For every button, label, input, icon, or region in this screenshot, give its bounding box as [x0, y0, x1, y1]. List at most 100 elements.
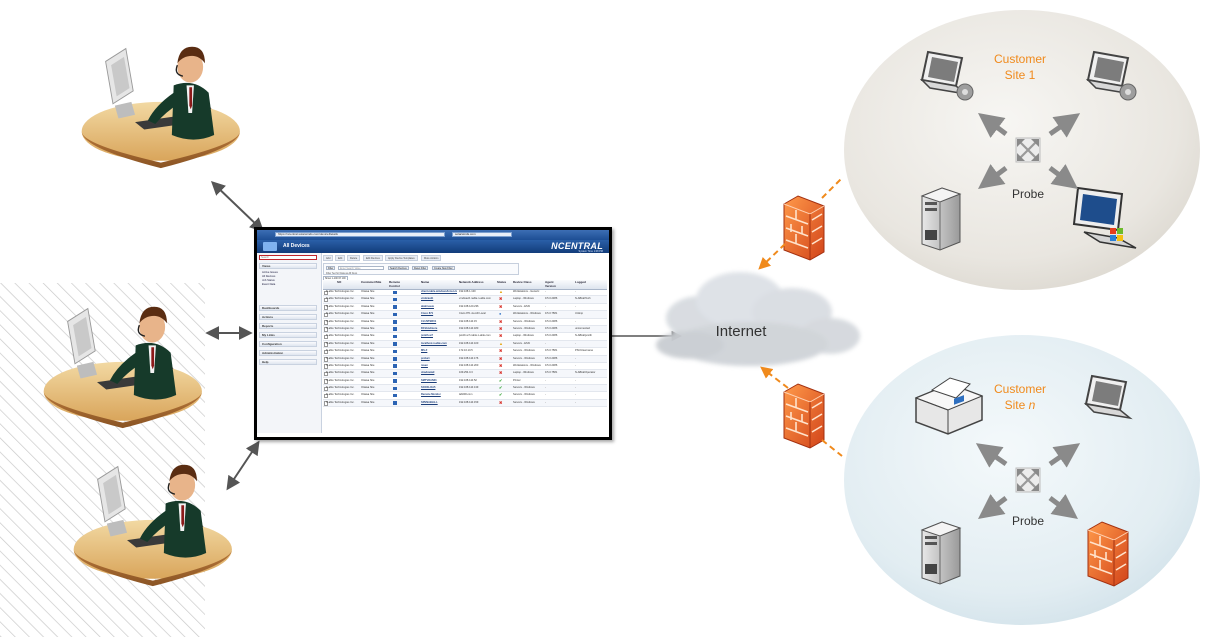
- column-header-network-address[interactable]: Network Address: [459, 280, 484, 285]
- cell-name[interactable]: MS-F: [421, 348, 457, 354]
- remote-control-icon[interactable]: [393, 386, 397, 391]
- column-header-status[interactable]: Status: [497, 280, 506, 285]
- table-row[interactable]: N-able Technologies Inc. Ottawa Site abahr…: [323, 304, 607, 312]
- cell-name[interactable]: Remote Monitor: [421, 392, 457, 398]
- cell-name[interactable]: SOCKLOA5: [421, 385, 457, 391]
- table-row[interactable]: N-able Technologies Inc. Ottawa Site CLUST…: [323, 319, 607, 326]
- remote-control-icon[interactable]: [393, 364, 397, 368]
- search-devices-button[interactable]: Search Devices: [388, 266, 409, 270]
- remote-control-icon[interactable]: [393, 290, 397, 294]
- cell-so: N-able Technologies Inc.: [326, 312, 355, 316]
- cell-name[interactable]: jsmith-w7: [421, 333, 457, 339]
- table-row[interactable]: N-able Technologies Inc. Ottawa Site local…: [323, 340, 607, 349]
- sidebar-search-input[interactable]: Search: [259, 255, 317, 260]
- site-1-probe-label: Probe: [1012, 187, 1044, 201]
- tab-delete[interactable]: Delete: [347, 255, 361, 261]
- remote-control-icon[interactable]: [393, 379, 397, 383]
- sidebar-section-dashboards[interactable]: Dashboards: [259, 305, 317, 311]
- reset-filter-button[interactable]: Reset Filter: [412, 266, 429, 270]
- table-row[interactable]: N-able Technologies Inc. Ottawa Site shado…: [323, 370, 607, 378]
- column-header-remote-control[interactable]: Remote Control: [389, 280, 405, 288]
- cell-name[interactable]: client.nable.windows8.msn.local: [421, 289, 457, 295]
- column-header-customer-site[interactable]: Customer/Site: [361, 280, 381, 285]
- cell-name[interactable]: DCVendmore: [421, 326, 457, 332]
- remote-control-icon[interactable]: [393, 297, 397, 302]
- remote-control-icon[interactable]: [393, 393, 397, 398]
- tab-more-actions[interactable]: More Actions: [421, 255, 442, 261]
- remote-control-icon[interactable]: [393, 305, 397, 309]
- remote-control-icon[interactable]: [393, 334, 397, 339]
- status-down-icon: ✖: [499, 296, 503, 302]
- cell-name[interactable]: probe1: [421, 356, 457, 362]
- cell-network-address: 192.168.120.236: [459, 304, 479, 308]
- cell-name[interactable]: CLUSTER01: [421, 319, 457, 325]
- sidebar-item-event-data[interactable]: Event Data: [262, 283, 275, 286]
- remote-control-icon[interactable]: [393, 327, 397, 331]
- sidebar-section-configuration[interactable]: Configuration: [259, 341, 317, 347]
- sidebar-item-active-issues[interactable]: Active Issues: [262, 271, 278, 274]
- table-row[interactable]: N-able Technologies Inc. Ottawa Site SMTVD…: [323, 378, 607, 386]
- remote-control-icon[interactable]: [393, 401, 397, 405]
- table-row[interactable]: N-able Technologies Inc. Ottawa Site probe…: [323, 355, 607, 363]
- tab-edit-devices[interactable]: Edit Devices: [363, 255, 383, 261]
- cell-device-class: Laptop - Windows: [513, 334, 534, 338]
- create-new-filter-button[interactable]: Create New Filter: [432, 266, 455, 270]
- browser-address-bar[interactable]: https://ncentral.solarwinds.com/deviceDe…: [275, 232, 445, 237]
- table-row[interactable]: N-able Technologies Inc. Ottawa Site vmdca…: [323, 296, 607, 304]
- cell-logged: Unlimp: [575, 312, 584, 316]
- remote-control-icon[interactable]: [393, 371, 397, 376]
- tab-add[interactable]: Add: [323, 255, 334, 261]
- column-header-name[interactable]: Name: [421, 280, 429, 285]
- sidebar-header-views[interactable]: Views: [259, 263, 317, 269]
- sidebar-item-job-status[interactable]: Job Status: [262, 279, 275, 282]
- filter-search-input[interactable]: Enter Search Value: [338, 266, 384, 270]
- cell-so: N-able Technologies Inc.: [326, 334, 355, 338]
- table-row[interactable]: N-able Technologies Inc. Ottawa Site clien…: [323, 289, 607, 297]
- cell-name[interactable]: abahreaux: [421, 304, 457, 310]
- cell-network-address: 192.168.1.100: [459, 290, 476, 293]
- column-header-agent-version[interactable]: Agent Version: [545, 280, 559, 288]
- sidebar-section-reports[interactable]: Reports: [259, 323, 317, 329]
- cell-agent-version: 9.5.0.7581: [545, 371, 558, 375]
- cell-device-class: Workstations - Windows: [513, 363, 541, 367]
- table-row[interactable]: N-able Technologies Inc. Ottawa Site Cisco…: [323, 311, 607, 319]
- column-header-logged[interactable]: Logged: [575, 280, 586, 285]
- browser-search-box[interactable]: solarwinds.com: [452, 232, 512, 237]
- remote-control-icon[interactable]: [393, 312, 397, 317]
- cell-so: N-able Technologies Inc.: [326, 386, 355, 390]
- remote-control-icon[interactable]: [393, 357, 397, 361]
- table-row[interactable]: N-able Technologies Inc. Ottawa Site SRVNA…: [323, 399, 607, 408]
- cell-customer-site: Ottawa Site: [361, 363, 375, 367]
- table-row[interactable]: N-able Technologies Inc. Ottawa Site DCVen…: [323, 325, 607, 334]
- cell-name[interactable]: vmdcauth: [421, 296, 457, 302]
- filter-dropdown-button[interactable]: Filter: [326, 266, 336, 270]
- table-row[interactable]: N-able Technologies Inc. Ottawa Site Remot…: [323, 392, 607, 400]
- remote-control-icon[interactable]: [393, 320, 397, 324]
- column-header-device-class[interactable]: Device Class: [513, 280, 532, 285]
- remote-control-icon[interactable]: [393, 349, 397, 354]
- sidebar-section-help[interactable]: Help: [259, 359, 317, 365]
- table-row[interactable]: N-able Technologies Inc. Ottawa Site SOCKL…: [323, 385, 607, 393]
- table-row[interactable]: N-able Technologies Inc. Ottawa Site MS-F 1…: [323, 348, 607, 356]
- column-header-so[interactable]: SO: [337, 280, 341, 285]
- cell-name[interactable]: localhost.n-able.com: [421, 341, 457, 347]
- sidebar-section-my-links[interactable]: My Links: [259, 332, 317, 338]
- internet-label: Internet: [716, 323, 768, 340]
- status-down-icon: ✖: [499, 333, 503, 339]
- tab-apply-device-templates[interactable]: Apply Device Templates: [385, 255, 418, 261]
- sidebar-section-actions[interactable]: Actions: [259, 314, 317, 320]
- cell-name[interactable]: SRVNABLE-L: [421, 400, 457, 406]
- sidebar-item-all-devices[interactable]: All Devices: [262, 275, 275, 278]
- cell-name[interactable]: SMTVDAN01: [421, 378, 457, 384]
- tab-edit[interactable]: Edit: [335, 255, 346, 261]
- cell-network-address: 192.168.110.200: [459, 363, 479, 367]
- cell-name[interactable]: shadowtail: [421, 370, 457, 376]
- table-row[interactable]: N-able Technologies Inc. Ottawa Site raven…: [323, 363, 607, 371]
- remote-control-icon[interactable]: [393, 342, 397, 346]
- cell-name[interactable]: raven: [421, 363, 457, 369]
- table-row[interactable]: N-able Technologies Inc. Ottawa Site jsmit…: [323, 333, 607, 341]
- status-info-icon: ●: [499, 311, 502, 317]
- sidebar-section-administration[interactable]: Administration: [259, 350, 317, 356]
- ncentral-console-screenshot: https://ncentral.solarwinds.com/deviceDe…: [254, 227, 612, 440]
- cell-name[interactable]: Cisco 871: [421, 311, 457, 317]
